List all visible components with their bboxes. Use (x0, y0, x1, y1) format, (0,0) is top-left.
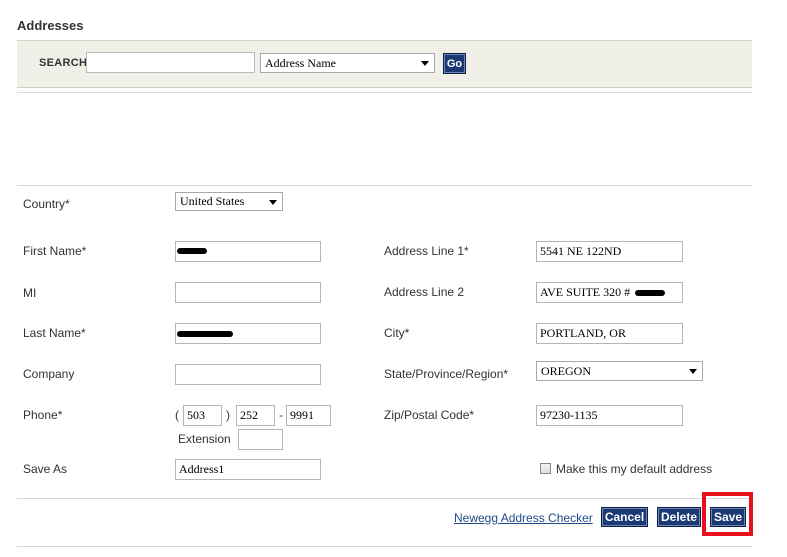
save-as-field[interactable]: Address1 (175, 459, 321, 480)
redaction-mark (177, 248, 207, 254)
search-label: SEARCH (39, 57, 88, 69)
country-label: Country* (23, 197, 70, 211)
city-field[interactable]: PORTLAND, OR (536, 323, 683, 344)
search-input[interactable] (86, 52, 255, 73)
search-field-select[interactable]: Address Name (260, 53, 435, 73)
state-select[interactable]: OREGON (536, 361, 703, 381)
country-select[interactable]: United States (175, 192, 283, 211)
city-value: PORTLAND, OR (540, 326, 626, 340)
zip-label: Zip/Postal Code* (384, 408, 475, 422)
default-address-label[interactable]: Make this my default address (556, 462, 712, 476)
divider (17, 92, 752, 93)
phone-prefix-field[interactable]: 252 (236, 405, 275, 426)
phone-open-paren: ( (175, 408, 179, 422)
first-name-label: First Name* (23, 244, 87, 258)
save-highlight-box (702, 492, 753, 536)
chevron-down-icon (269, 200, 277, 205)
cancel-button[interactable]: Cancel (601, 507, 648, 527)
extension-label: Extension (178, 432, 231, 446)
mi-label: MI (23, 286, 37, 300)
search-bar: SEARCH Address Name Go (17, 40, 752, 88)
save-as-value: Address1 (179, 462, 225, 476)
delete-button[interactable]: Delete (657, 507, 701, 527)
redaction-mark (177, 331, 233, 337)
city-label: City* (384, 326, 410, 340)
phone-area-code-field[interactable]: 503 (183, 405, 222, 426)
go-button[interactable]: Go (443, 53, 466, 74)
phone-line-value: 9991 (290, 408, 314, 422)
phone-label: Phone* (23, 408, 63, 422)
country-select-value: United States (180, 194, 245, 208)
address-line2-value: AVE SUITE 320 # (540, 285, 631, 299)
last-name-label: Last Name* (23, 326, 86, 340)
zip-value: 97230-1135 (540, 408, 598, 422)
last-name-field[interactable] (175, 323, 321, 344)
mi-field[interactable] (175, 282, 321, 303)
phone-prefix-value: 252 (240, 408, 258, 422)
company-field[interactable] (175, 364, 321, 385)
address-checker-link[interactable]: Newegg Address Checker (454, 511, 593, 525)
phone-area-code-value: 503 (187, 408, 205, 422)
divider (17, 185, 752, 186)
divider (17, 546, 752, 547)
address-line2-label: Address Line 2 (384, 285, 465, 299)
address-line2-field[interactable]: AVE SUITE 320 # (536, 282, 683, 303)
phone-line-field[interactable]: 9991 (286, 405, 331, 426)
divider (17, 498, 752, 499)
save-as-label: Save As (23, 462, 68, 476)
address-line1-value: 5541 NE 122ND (540, 244, 622, 258)
search-field-select-value: Address Name (265, 56, 336, 70)
state-select-value: OREGON (541, 364, 591, 378)
company-label: Company (23, 367, 75, 381)
chevron-down-icon (689, 369, 697, 374)
address-line1-label: Address Line 1* (384, 244, 469, 258)
phone-close-paren: ) (226, 408, 230, 422)
first-name-field[interactable] (175, 241, 321, 262)
redaction-mark (635, 290, 665, 296)
chevron-down-icon (421, 61, 429, 66)
default-address-checkbox[interactable] (540, 463, 551, 474)
state-label: State/Province/Region* (384, 367, 509, 381)
zip-field[interactable]: 97230-1135 (536, 405, 683, 426)
phone-dash: - (279, 408, 283, 422)
extension-field[interactable] (238, 429, 283, 450)
page-title: Addresses (17, 18, 84, 33)
address-line1-field[interactable]: 5541 NE 122ND (536, 241, 683, 262)
